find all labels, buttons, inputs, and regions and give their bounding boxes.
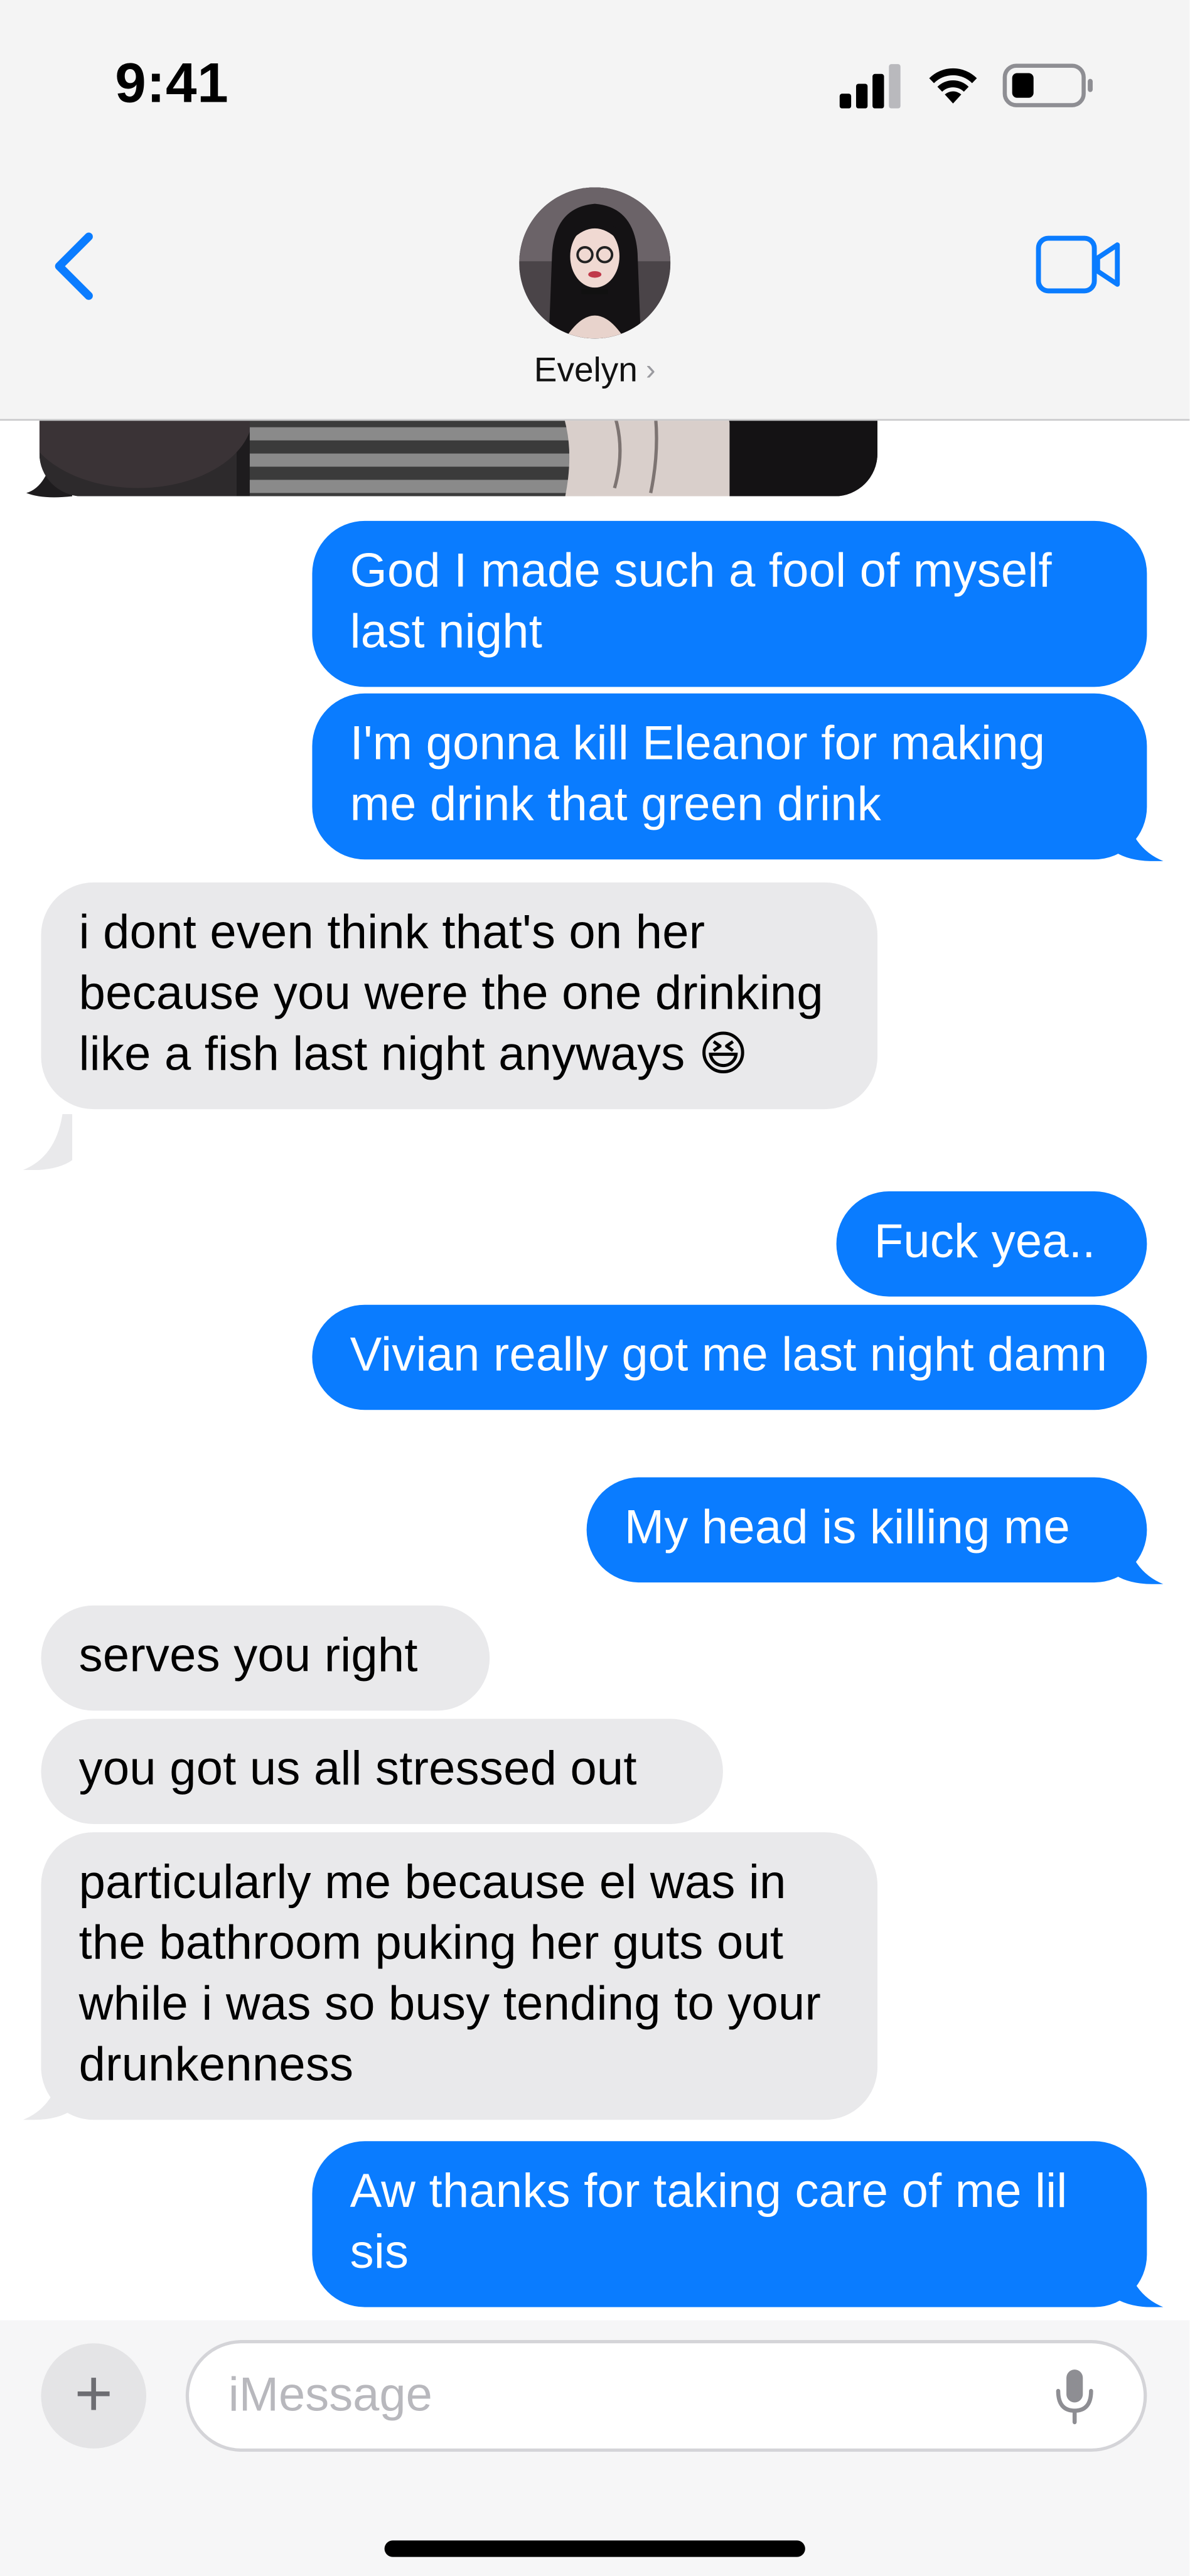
cellular-signal-icon	[839, 64, 901, 109]
avatar-photo	[519, 187, 671, 339]
message-bubble-outgoing[interactable]: God I made such a fool of myself last ni…	[312, 520, 1147, 687]
add-attachment-button[interactable]: +	[41, 2343, 147, 2449]
status-icons	[838, 62, 1094, 109]
message-bubble-outgoing[interactable]: Vivian really got me last night damn	[312, 1304, 1147, 1410]
contact-name: Evelyn	[533, 352, 638, 390]
message-bubble-outgoing[interactable]: Fuck yea..	[836, 1191, 1147, 1297]
messages-screen: 9:41 Evelyn › God I made such a fool of …	[0, 0, 1190, 2576]
message-bubble-incoming[interactable]: particularly me because el was in the ba…	[41, 1832, 878, 2120]
phone-screen: 9:41 Evelyn › God I made such a fool of …	[0, 0, 1190, 2576]
battery-icon	[1002, 63, 1093, 107]
message-bubble-outgoing[interactable]: I'm gonna kill Eleanor for making me dri…	[312, 693, 1147, 860]
status-time: 9:41	[115, 52, 229, 115]
message-bubble-incoming[interactable]: i dont even think that's on her because …	[41, 882, 878, 1110]
message-bubble-incoming[interactable]: you got us all stressed out	[41, 1719, 723, 1824]
avatar[interactable]	[519, 187, 671, 339]
chevron-right-icon: ›	[645, 353, 656, 387]
incoming-bubble-tail	[23, 1114, 73, 1171]
message-input[interactable]	[185, 2340, 1147, 2452]
message-bubble-outgoing[interactable]: My head is killing me	[586, 1477, 1147, 1583]
message-bubble-incoming[interactable]: serves you right	[41, 1605, 490, 1711]
contact-name-button[interactable]: Evelyn ›	[0, 352, 1189, 391]
message-composer: +	[0, 2320, 1190, 2576]
wifi-icon	[929, 68, 977, 104]
home-indicator[interactable]	[384, 2540, 805, 2557]
video-camera-icon[interactable]	[1035, 233, 1123, 296]
microphone-icon[interactable]	[1052, 2366, 1098, 2425]
back-button[interactable]	[43, 227, 109, 306]
message-bubble-outgoing[interactable]: Aw thanks for taking care of me lil sis	[312, 2141, 1147, 2307]
conversation-header: 9:41 Evelyn ›	[0, 0, 1190, 421]
